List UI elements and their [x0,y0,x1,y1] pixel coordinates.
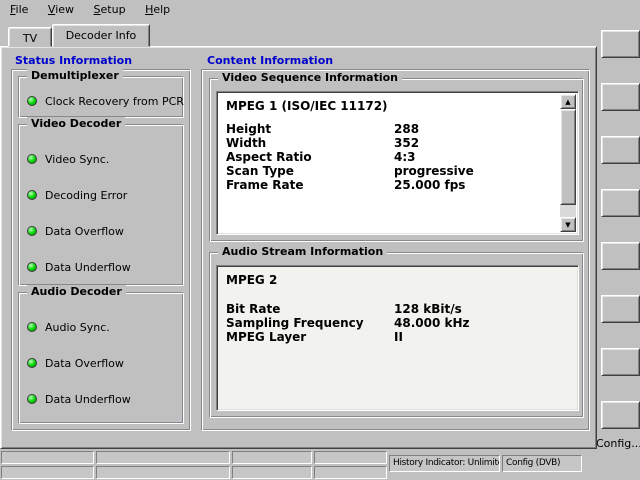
statusbar-segment [1,466,94,479]
scrollbar-vertical[interactable]: ▲ ▼ [560,94,576,232]
scroll-down-icon[interactable]: ▼ [560,217,576,232]
content-information-box: Video Sequence Information MPEG 1 (ISO/I… [201,69,590,431]
info-row: Frame Rate 25.000 fps [217,178,558,192]
softkey-button-8[interactable] [601,401,640,429]
info-label: Height [226,122,271,136]
softkey-button-2[interactable] [601,83,640,111]
menu-help[interactable]: Help [137,0,178,18]
softkey-button-5[interactable] [601,242,640,270]
group-audio-decoder: Audio Decoder Audio Sync. Data Overflow … [18,292,184,424]
softkey-button-3[interactable] [601,136,640,164]
menu-bar: File View Setup Help [0,0,640,20]
info-label: Sampling Frequency [226,316,364,330]
status-item-audio-data-underflow: Data Underflow [27,393,131,405]
group-video-decoder: Video Decoder Video Sync. Decoding Error… [18,124,184,286]
tab-decoder-info[interactable]: Decoder Info [52,24,150,47]
info-row: Bit Rate 128 kBit/s [217,302,558,316]
config-status: Config (DVB) [502,455,582,472]
info-value: 25.000 fps [394,178,465,192]
group-demultiplexer-title: Demultiplexer [27,69,123,82]
menu-view[interactable]: View [40,0,82,18]
info-value: 288 [394,122,419,136]
led-green-icon [27,262,37,272]
info-row: Aspect Ratio 4:3 [217,150,558,164]
info-label: Frame Rate [226,178,303,192]
status-item-video-data-underflow: Data Underflow [27,261,131,273]
statusbar-segment [96,451,230,464]
info-value: 48.000 kHz [394,316,470,330]
info-row: Width 352 [217,136,558,150]
led-green-icon [27,190,37,200]
statusbar-segment [314,451,387,464]
info-row: Sampling Frequency 48.000 kHz [217,316,558,330]
status-item-video-data-overflow: Data Overflow [27,225,124,237]
history-indicator-status: History Indicator: Unlimited [389,455,500,472]
status-item-label: Audio Sync. [45,321,110,334]
led-green-icon [27,96,37,106]
status-item-label: Data Overflow [45,357,124,370]
info-row: Height 288 [217,122,558,136]
status-item-label: Decoding Error [45,189,127,202]
softkey-button-7[interactable] [601,348,640,376]
video-standard: MPEG 1 (ISO/IEC 11172) [226,99,388,113]
status-item-video-sync: Video Sync. [27,153,109,165]
statusbar-segment [314,466,387,479]
info-value: II [394,330,403,344]
info-value: 4:3 [394,150,416,164]
tab-tv[interactable]: TV [8,27,52,47]
group-audio-stream-information: Audio Stream Information MPEG 2 Bit Rate… [209,252,584,418]
application-window: File View Setup Help TV Decoder Info Sta… [0,0,640,480]
config-softkey-label[interactable]: Config... [596,437,640,450]
info-value: progressive [394,164,474,178]
led-green-icon [27,154,37,164]
statusbar-segment [232,466,312,479]
info-row: MPEG Layer II [217,330,558,344]
status-item-clock-recovery: Clock Recovery from PCR [27,95,184,107]
led-green-icon [27,394,37,404]
info-value: 352 [394,136,419,150]
info-label: MPEG Layer [226,330,306,344]
status-item-label: Data Underflow [45,393,131,406]
statusbar-segment [232,451,312,464]
softkey-button-1[interactable] [601,30,640,58]
menu-setup[interactable]: Setup [86,0,134,18]
info-label: Bit Rate [226,302,280,316]
info-label: Scan Type [226,164,294,178]
video-sequence-info-box: MPEG 1 (ISO/IEC 11172) Height 288 Width … [216,91,579,235]
statusbar-segment [96,466,230,479]
status-item-label: Video Sync. [45,153,109,166]
status-item-decoding-error: Decoding Error [27,189,127,201]
status-item-label: Data Overflow [45,225,124,238]
audio-stream-info-box: MPEG 2 Bit Rate 128 kBit/s Sampling Freq… [216,265,579,411]
info-row: Scan Type progressive [217,164,558,178]
scroll-up-icon[interactable]: ▲ [560,94,576,109]
group-video-decoder-title: Video Decoder [27,117,125,130]
status-information-title: Status Information [15,54,132,67]
content-information-title: Content Information [207,54,333,67]
info-value: 128 kBit/s [394,302,462,316]
menu-file[interactable]: File [2,0,36,18]
led-green-icon [27,358,37,368]
led-green-icon [27,322,37,332]
group-video-sequence-title: Video Sequence Information [218,71,402,84]
audio-standard: MPEG 2 [226,273,277,287]
status-information-box: Demultiplexer Clock Recovery from PCR Vi… [11,69,191,431]
group-audio-stream-title: Audio Stream Information [218,245,387,258]
statusbar-segment [1,451,94,464]
group-audio-decoder-title: Audio Decoder [27,285,126,298]
status-item-audio-sync: Audio Sync. [27,321,110,333]
led-green-icon [27,226,37,236]
info-label: Aspect Ratio [226,150,312,164]
scroll-thumb[interactable] [560,109,576,205]
softkey-button-4[interactable] [601,189,640,217]
group-video-sequence-information: Video Sequence Information MPEG 1 (ISO/I… [209,78,584,242]
group-demultiplexer: Demultiplexer Clock Recovery from PCR [18,76,184,118]
decoder-info-panel: Status Information Demultiplexer Clock R… [0,46,597,449]
status-item-label: Clock Recovery from PCR [45,95,184,108]
info-label: Width [226,136,266,150]
status-item-audio-data-overflow: Data Overflow [27,357,124,369]
softkey-button-6[interactable] [601,295,640,323]
status-item-label: Data Underflow [45,261,131,274]
